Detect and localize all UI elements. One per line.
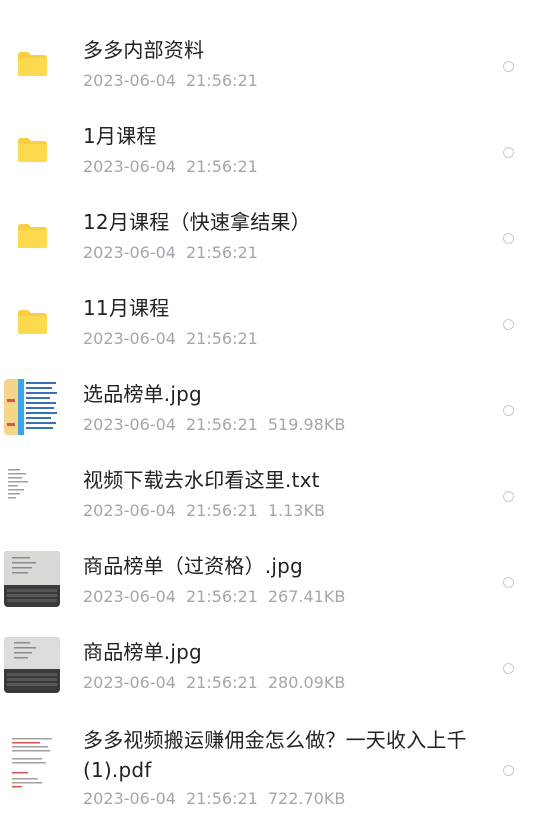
file-name: 多多视频搬运赚佣金怎么做？一天收入上千(1).pdf (83, 728, 467, 782)
photo-thumbnail (4, 637, 60, 693)
select-radio[interactable] (503, 233, 514, 244)
file-meta: 2023-06-04 21:56:21 267.41KB (83, 587, 355, 606)
file-time: 21:56:21 (185, 587, 258, 606)
file-meta: 2023-06-04 21:56:21 1.13KB (83, 501, 335, 520)
folder-icon (16, 137, 48, 163)
file-meta: 2023-06-04 21:56:21 280.09KB (83, 673, 355, 692)
file-time: 21:56:21 (185, 243, 258, 262)
file-row[interactable]: 多多内部资料 2023-06-04 21:56:21 (0, 20, 540, 106)
file-size: 1.13KB (267, 501, 325, 520)
file-name: 视频下载去水印看这里.txt (83, 468, 320, 492)
file-date: 2023-06-04 (83, 71, 176, 90)
file-name: 多多内部资料 (83, 38, 205, 62)
file-time: 21:56:21 (185, 415, 258, 434)
file-name: 11月课程 (83, 296, 170, 320)
text-file-thumbnail (4, 465, 60, 521)
select-radio[interactable] (503, 765, 514, 776)
file-name: 选品榜单.jpg (83, 382, 202, 406)
file-date: 2023-06-04 (83, 673, 176, 692)
file-size: 722.70KB (267, 789, 346, 808)
select-radio[interactable] (503, 319, 514, 330)
file-list: 多多内部资料 2023-06-04 21:56:21 1月课程 2023-06-0… (0, 0, 540, 831)
file-meta: 2023-06-04 21:56:21 (83, 243, 278, 262)
file-time: 21:56:21 (185, 673, 258, 692)
file-row[interactable]: 多多视频搬运赚佣金怎么做？一天收入上千(1).pdf 2023-06-04 21:… (0, 720, 540, 820)
select-radio[interactable] (503, 663, 514, 674)
file-meta: 2023-06-04 21:56:21 519.98KB (83, 415, 355, 434)
file-row[interactable]: 12月课程（快速拿结果） 2023-06-04 21:56:21 (0, 192, 540, 278)
file-row[interactable]: 11月课程 2023-06-04 21:56:21 (0, 278, 540, 364)
file-time: 21:56:21 (185, 501, 258, 520)
file-row[interactable]: 选品榜单.jpg 2023-06-04 21:56:21 519.98KB (0, 364, 540, 450)
select-radio[interactable] (503, 61, 514, 72)
file-meta: 2023-06-04 21:56:21 722.70KB (83, 789, 355, 808)
file-date: 2023-06-04 (83, 415, 176, 434)
file-time: 21:56:21 (185, 329, 258, 348)
folder-icon (16, 223, 48, 249)
select-radio[interactable] (503, 405, 514, 416)
file-time: 21:56:21 (185, 789, 258, 808)
file-size: 267.41KB (267, 587, 346, 606)
pdf-thumbnail (4, 728, 60, 800)
file-row[interactable]: 1月课程 2023-06-04 21:56:21 (0, 106, 540, 192)
file-row[interactable]: 视频下载去水印看这里.txt 2023-06-04 21:56:21 1.13KB (0, 450, 540, 536)
folder-icon (16, 51, 48, 77)
file-meta: 2023-06-04 21:56:21 (83, 329, 278, 348)
folder-icon (16, 309, 48, 335)
file-time: 21:56:21 (185, 157, 258, 176)
file-date: 2023-06-04 (83, 789, 176, 808)
file-row[interactable]: 商品榜单（过资格）.jpg 2023-06-04 21:56:21 267.41KB (0, 536, 540, 622)
file-meta: 2023-06-04 21:56:21 (83, 71, 278, 90)
file-date: 2023-06-04 (83, 243, 176, 262)
select-radio[interactable] (503, 491, 514, 502)
file-date: 2023-06-04 (83, 157, 176, 176)
file-time: 21:56:21 (185, 71, 258, 90)
file-name: 12月课程（快速拿结果） (83, 210, 311, 234)
file-date: 2023-06-04 (83, 587, 176, 606)
file-name: 商品榜单（过资格）.jpg (83, 554, 303, 578)
file-name: 商品榜单.jpg (83, 640, 202, 664)
file-size: 280.09KB (267, 673, 346, 692)
file-date: 2023-06-04 (83, 501, 176, 520)
file-name: 1月课程 (83, 124, 157, 148)
file-date: 2023-06-04 (83, 329, 176, 348)
select-radio[interactable] (503, 577, 514, 588)
image-thumbnail (4, 379, 60, 435)
file-size: 519.98KB (267, 415, 346, 434)
file-row[interactable]: 商品榜单.jpg 2023-06-04 21:56:21 280.09KB (0, 622, 540, 708)
photo-thumbnail (4, 551, 60, 607)
file-meta: 2023-06-04 21:56:21 (83, 157, 278, 176)
select-radio[interactable] (503, 147, 514, 158)
